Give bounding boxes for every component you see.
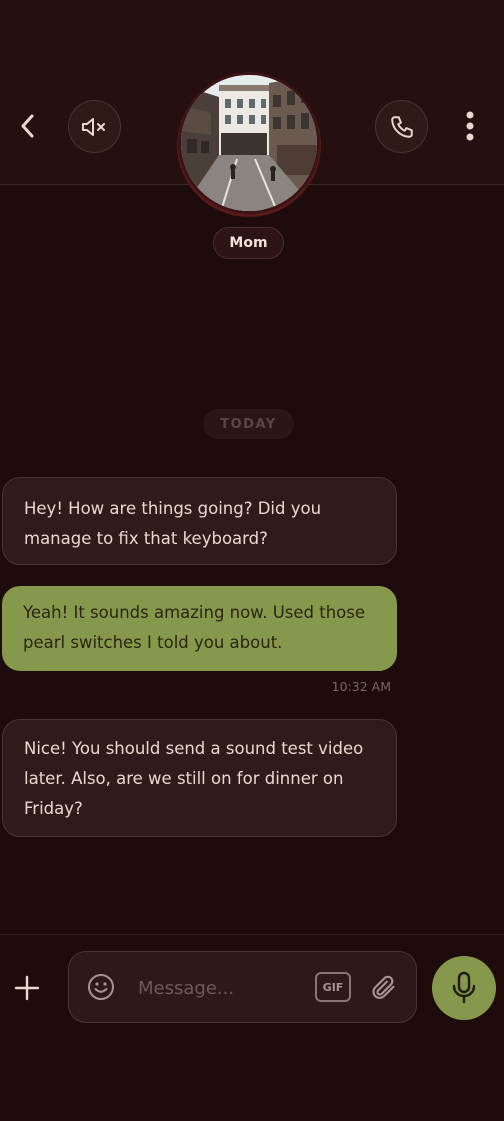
back-button[interactable] (12, 110, 44, 142)
more-options-button[interactable] (454, 108, 486, 144)
mute-button[interactable] (68, 100, 121, 153)
contact-avatar[interactable] (181, 75, 317, 211)
message-input[interactable] (138, 975, 308, 1001)
paperclip-icon (372, 975, 395, 999)
voice-message-button[interactable] (432, 956, 496, 1020)
message-bubble-incoming[interactable]: Nice! You should send a sound test video… (2, 719, 397, 837)
phone-icon (390, 115, 413, 138)
contact-name[interactable]: Mom (213, 227, 284, 259)
add-attachment-button[interactable] (10, 971, 44, 1005)
message-bubble-outgoing[interactable]: Yeah! It sounds amazing now. Used those … (2, 586, 397, 671)
street-photo (181, 75, 317, 211)
more-vertical-icon (466, 111, 474, 141)
plus-icon (14, 975, 40, 1001)
chevron-left-icon (21, 114, 34, 138)
emoji-button[interactable] (86, 972, 116, 1002)
smiley-icon (88, 974, 114, 1000)
microphone-icon (452, 971, 476, 1004)
message-timestamp: 10:32 AM (331, 679, 391, 694)
call-button[interactable] (375, 100, 428, 153)
message-bubble-incoming[interactable]: Hey! How are things going? Did you manag… (2, 477, 397, 565)
gif-button[interactable]: GIF (315, 972, 351, 1002)
day-separator: TODAY (203, 409, 294, 439)
attach-file-button[interactable] (368, 971, 400, 1005)
speaker-muted-icon (81, 117, 105, 136)
